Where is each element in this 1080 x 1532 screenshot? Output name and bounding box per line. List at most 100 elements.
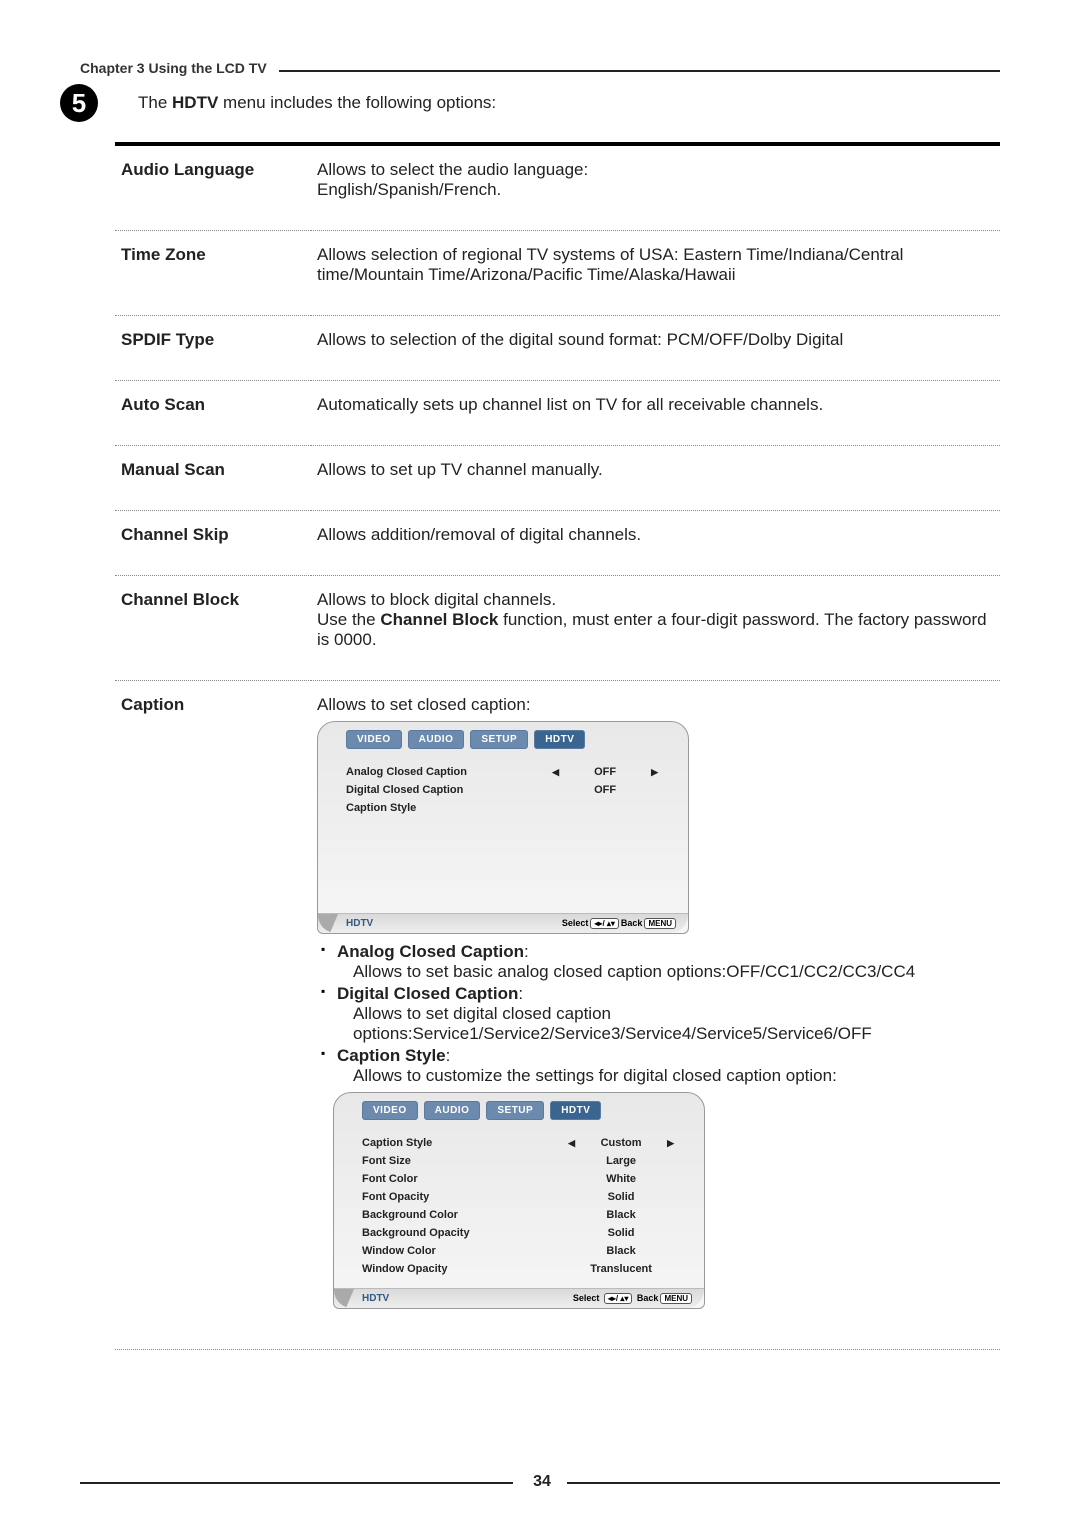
desc-time-zone: Allows selection of regional TV systems … bbox=[311, 231, 1000, 316]
osd-footer-title: HDTV bbox=[346, 918, 373, 929]
row-time-zone: Time Zone Allows selection of regional T… bbox=[115, 231, 1000, 316]
chapter-header: Chapter 3 Using the LCD TV bbox=[80, 60, 267, 76]
osd1-row2-label: Digital Closed Caption bbox=[346, 781, 546, 799]
row-manual-scan: Manual Scan Allows to set up TV channel … bbox=[115, 446, 1000, 511]
label-caption: Caption bbox=[115, 681, 311, 1346]
osd-tab-hdtv: HDTV bbox=[534, 730, 585, 749]
label-manual-scan: Manual Scan bbox=[115, 446, 311, 511]
analog-label: Analog Closed Caption bbox=[337, 942, 524, 961]
osd2-r7-l: Window Color bbox=[362, 1242, 562, 1260]
cb-bold: Channel Block bbox=[380, 610, 498, 629]
label-time-zone: Time Zone bbox=[115, 231, 311, 316]
osd1-row3-label: Caption Style bbox=[346, 799, 664, 817]
nav-keys-icon: ◂▸/ ▴▾ bbox=[590, 918, 619, 929]
label-auto-scan: Auto Scan bbox=[115, 381, 311, 446]
osd-footer-1: HDTV Select◂▸/ ▴▾BackMENU bbox=[318, 913, 688, 933]
osd2-r5-v: Black bbox=[581, 1206, 661, 1224]
digital-label: Digital Closed Caption bbox=[337, 984, 518, 1003]
osd2-r6-v: Solid bbox=[581, 1224, 661, 1242]
caption-intro: Allows to set closed caption: bbox=[317, 695, 531, 714]
table-bottom-rule bbox=[115, 1349, 1000, 1350]
osd1-row1: Analog Closed Caption ◀ OFF ▶ bbox=[346, 763, 664, 781]
osd2-footer-hint: Select ◂▸/ ▴▾ BackMENU bbox=[573, 1293, 694, 1304]
osd2-footer-title: HDTV bbox=[362, 1293, 389, 1304]
analog-desc: Allows to set basic analog closed captio… bbox=[337, 962, 990, 982]
nav-keys-icon: ◂▸/ ▴▾ bbox=[604, 1293, 633, 1304]
manual-page: Chapter 3 Using the LCD TV 5 The HDTV me… bbox=[0, 0, 1080, 1532]
step-number-badge: 5 bbox=[60, 84, 98, 122]
bullet-analog: Analog Closed Caption: Allows to set bas… bbox=[321, 942, 990, 982]
osd1-row3: Caption Style bbox=[346, 799, 664, 817]
osd2-row1: Caption Style ◀ Custom ▶ bbox=[362, 1134, 680, 1152]
row-caption: Caption Allows to set closed caption: VI… bbox=[115, 681, 1000, 1346]
cb-pre: Use the bbox=[317, 610, 380, 629]
osd-caption-menu: VIDEO AUDIO SETUP HDTV Analog Closed Cap… bbox=[317, 721, 990, 934]
osd2-tab-audio: AUDIO bbox=[424, 1101, 481, 1120]
osd2-r1-l: Caption Style bbox=[362, 1134, 562, 1152]
label-audio-language: Audio Language bbox=[115, 144, 311, 231]
osd-tab-audio: AUDIO bbox=[408, 730, 465, 749]
digital-desc: Allows to set digital closed caption opt… bbox=[337, 1004, 990, 1044]
footer-rule-left bbox=[80, 1482, 513, 1484]
left-arrow-icon: ◀ bbox=[562, 1134, 581, 1152]
osd2-tab-setup: SETUP bbox=[486, 1101, 544, 1120]
row-audio-language: Audio Language Allows to select the audi… bbox=[115, 144, 1000, 231]
label-channel-block: Channel Block bbox=[115, 576, 311, 681]
osd2-row7: Window Color◀Black▶ bbox=[362, 1242, 680, 1260]
footer-rule-right bbox=[567, 1482, 1000, 1484]
step-text: The HDTV menu includes the following opt… bbox=[138, 93, 496, 113]
osd-body-1: Analog Closed Caption ◀ OFF ▶ Digital Cl… bbox=[318, 753, 688, 913]
page-header-row: Chapter 3 Using the LCD TV bbox=[80, 60, 1000, 84]
style-desc: Allows to customize the settings for dig… bbox=[337, 1066, 990, 1086]
page-number: 34 bbox=[525, 1473, 559, 1491]
osd-body-2: Caption Style ◀ Custom ▶ Font Size◀Large… bbox=[334, 1124, 704, 1288]
bullet-digital: Digital Closed Caption: Allows to set di… bbox=[321, 984, 990, 1044]
desc-auto-scan: Automatically sets up channel list on TV… bbox=[311, 381, 1000, 446]
desc-spdif: Allows to selection of the digital sound… bbox=[311, 316, 1000, 381]
osd-footer-hint: Select◂▸/ ▴▾BackMENU bbox=[562, 918, 678, 929]
desc-caption: Allows to set closed caption: VIDEO AUDI… bbox=[311, 681, 1000, 1346]
osd2-r1-v: Custom bbox=[581, 1134, 661, 1152]
options-table: Audio Language Allows to select the audi… bbox=[115, 142, 1000, 1345]
osd2-r3-v: White bbox=[581, 1170, 661, 1188]
desc-audio-language: Allows to select the audio language: Eng… bbox=[311, 144, 1000, 231]
style-label: Caption Style bbox=[337, 1046, 446, 1065]
row-auto-scan: Auto Scan Automatically sets up channel … bbox=[115, 381, 1000, 446]
desc-channel-block: Allows to block digital channels. Use th… bbox=[311, 576, 1000, 681]
row-channel-skip: Channel Skip Allows addition/removal of … bbox=[115, 511, 1000, 576]
osd1-row1-label: Analog Closed Caption bbox=[346, 763, 546, 781]
osd2-r7-v: Black bbox=[581, 1242, 661, 1260]
footer-select2: Select bbox=[573, 1293, 600, 1303]
osd2-tab-hdtv: HDTV bbox=[550, 1101, 601, 1120]
osd1-row1-value: OFF bbox=[565, 763, 645, 781]
step-row: 5 The HDTV menu includes the following o… bbox=[80, 84, 1000, 122]
osd2-r6-l: Background Opacity bbox=[362, 1224, 562, 1242]
osd-footer-2: HDTV Select ◂▸/ ▴▾ BackMENU bbox=[334, 1288, 704, 1308]
right-arrow-icon: ▶ bbox=[645, 763, 664, 781]
osd-tab-setup: SETUP bbox=[470, 730, 528, 749]
osd2-row3: Font Color◀White▶ bbox=[362, 1170, 680, 1188]
osd2-tab-video: VIDEO bbox=[362, 1101, 418, 1120]
osd2-r4-l: Font Opacity bbox=[362, 1188, 562, 1206]
osd2-r5-l: Background Color bbox=[362, 1206, 562, 1224]
osd-tabs-2: VIDEO AUDIO SETUP HDTV bbox=[334, 1093, 704, 1124]
menu-key-icon: MENU bbox=[644, 918, 676, 929]
caption-bullets: Analog Closed Caption: Allows to set bas… bbox=[321, 942, 990, 1086]
desc-manual-scan: Allows to set up TV channel manually. bbox=[311, 446, 1000, 511]
osd-tab-video: VIDEO bbox=[346, 730, 402, 749]
bullet-style: Caption Style: Allows to customize the s… bbox=[321, 1046, 990, 1086]
osd2-row8: Window Opacity◀Translucent▶ bbox=[362, 1260, 680, 1278]
osd1-row2-value: OFF bbox=[565, 781, 645, 799]
osd2-r8-v: Translucent bbox=[581, 1260, 661, 1278]
osd-caption-style-menu: VIDEO AUDIO SETUP HDTV Caption Style ◀ C… bbox=[333, 1092, 990, 1309]
step-text-bold: HDTV bbox=[172, 93, 218, 112]
osd2-row4: Font Opacity◀Solid▶ bbox=[362, 1188, 680, 1206]
row-channel-block: Channel Block Allows to block digital ch… bbox=[115, 576, 1000, 681]
osd-panel-2: VIDEO AUDIO SETUP HDTV Caption Style ◀ C… bbox=[333, 1092, 705, 1309]
label-channel-skip: Channel Skip bbox=[115, 511, 311, 576]
osd2-row2: Font Size◀Large▶ bbox=[362, 1152, 680, 1170]
osd2-r2-v: Large bbox=[581, 1152, 661, 1170]
header-rule bbox=[279, 70, 1000, 72]
osd-panel-1: VIDEO AUDIO SETUP HDTV Analog Closed Cap… bbox=[317, 721, 689, 934]
footer-back2: Back bbox=[637, 1293, 659, 1303]
